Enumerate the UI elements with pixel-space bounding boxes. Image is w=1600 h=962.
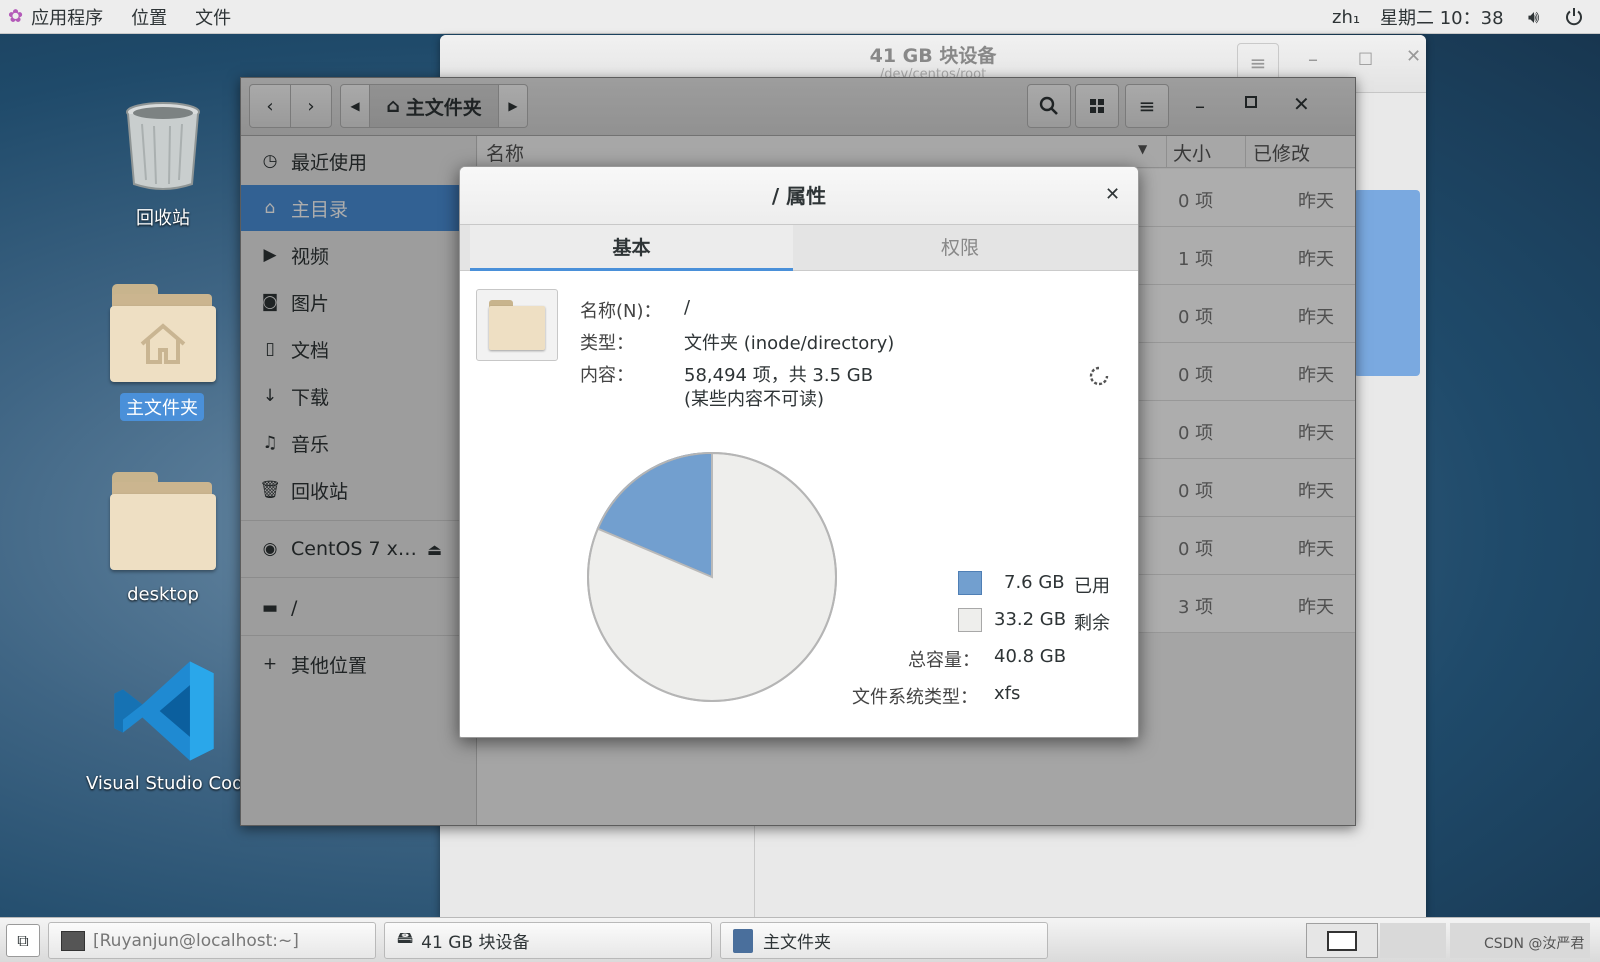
task-terminal[interactable]: [Ruyanjun@localhost:~] [48,922,376,959]
folder-icon [476,289,558,361]
places-menu[interactable]: 位置 [131,4,167,30]
terminal-icon [61,930,85,951]
trash-icon[interactable] [124,100,202,192]
watermark: CSDN @汝严君 [1484,936,1585,952]
used-legend-swatch [958,571,982,595]
file-cabinet-icon [733,928,753,953]
vscode-label[interactable]: Visual Studio Code [86,773,255,794]
name-key: 名称(N)： [580,301,662,322]
vscode-icon[interactable] [110,657,218,765]
block-device-close-button[interactable]: ✕ [1406,46,1421,67]
tab-basic[interactable]: 基本 [470,225,793,271]
top-bar: ✿ 应用程序 位置 文件 zh₁ 星期二 10：38 🔊︎ [0,0,1600,34]
filesystem-key: 文件系统类型： [852,687,978,708]
type-key: 类型： [580,333,634,354]
input-method-indicator[interactable]: zh₁ [1332,0,1360,34]
total-value: 40.8 GB [994,646,1067,667]
free-legend-swatch [958,608,982,632]
show-desktop-button[interactable]: ⧉ [6,924,40,957]
desktop-folder-icon[interactable] [110,472,216,572]
free-value: 33.2 GB [994,609,1067,630]
power-icon[interactable] [1564,0,1584,34]
block-device-volume-bar[interactable] [1354,190,1420,376]
used-value: 7.6 GB [1004,572,1065,593]
dialog-title: / 属性 [460,167,1138,225]
free-label: 剩余 [1074,613,1110,634]
files-menu[interactable]: 文件 [195,4,231,30]
type-value: 文件夹 (inode/directory) [684,333,895,354]
properties-dialog: / 属性 ✕ 基本 权限 名称(N)： / 类型： 文件夹 (inode/dir… [459,166,1139,738]
contents-key: 内容： [580,365,634,386]
applications-menu[interactable]: 应用程序 [31,4,103,30]
home-folder-icon[interactable] [110,284,216,384]
total-key: 总容量： [908,650,980,671]
contents-note: (某些内容不可读) [684,389,825,410]
name-value[interactable]: / [684,297,690,318]
usage-pie-chart [587,451,837,702]
dialog-tabs: 基本 权限 [460,225,1138,271]
apps-icon: ✿ [8,6,24,27]
home-folder-label[interactable]: 主文件夹 [120,393,204,421]
clock[interactable]: 星期二 10：38 [1380,0,1504,34]
workspace-1[interactable] [1306,923,1378,958]
desktop-folder-label[interactable]: desktop [100,584,226,605]
loading-spinner-icon [1089,366,1109,386]
tab-permissions[interactable]: 权限 [800,225,1120,271]
used-label: 已用 [1074,576,1110,597]
block-device-minimize-button[interactable]: – [1308,47,1318,71]
disk-icon: 🖴︎ [397,928,414,947]
workspace-2[interactable] [1380,923,1446,958]
filesystem-value: xfs [994,683,1021,704]
block-device-maximize-button[interactable]: □ [1358,48,1373,67]
volume-icon[interactable]: 🔊︎ [1528,0,1539,34]
task-file-manager[interactable]: 主文件夹 [720,922,1048,959]
task-block-device[interactable]: 🖴︎ 41 GB 块设备 [384,922,712,959]
contents-value: 58,494 项，共 3.5 GB [684,365,874,386]
window-switch-icon: ⧉ [17,930,29,950]
taskbar: ⧉ [Ruyanjun@localhost:~] 🖴︎ 41 GB 块设备 主文件… [0,917,1600,962]
trash-label[interactable]: 回收站 [100,204,226,230]
dialog-close-button[interactable]: ✕ [1105,184,1120,205]
